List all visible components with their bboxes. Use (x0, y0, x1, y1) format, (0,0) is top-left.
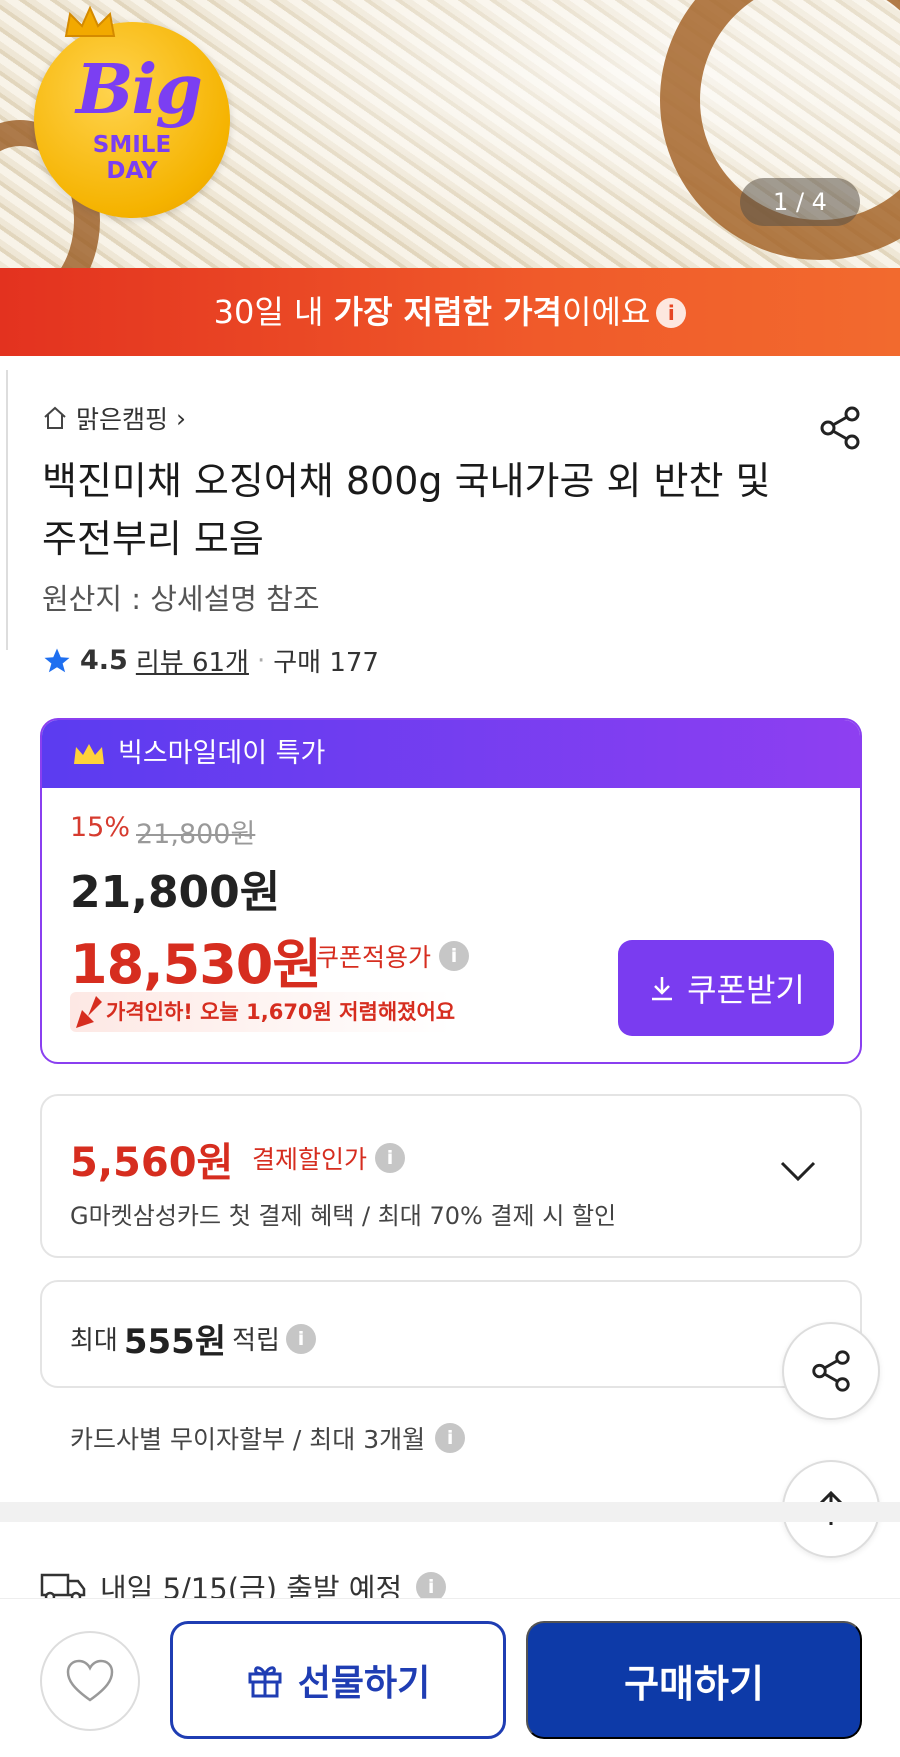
badge-big-text: Big (76, 50, 203, 130)
store-link[interactable]: 맑은캠핑 › (42, 400, 186, 436)
get-coupon-label: 쿠폰받기 (687, 972, 805, 1008)
discount-rate: 15% (70, 812, 131, 843)
product-page: Big SMILE DAY 1 / 4 30일 내 가장 저렴한 가격이에요 i … (0, 0, 900, 1757)
info-icon[interactable]: i (375, 1143, 406, 1173)
crown-icon (64, 6, 116, 37)
big-smile-deal-card: 빅스마일데이 특가 15% 21,800원 21,800원 18,530원 쿠폰… (40, 718, 862, 1064)
coupon-price-label: 쿠폰적용가 (316, 943, 432, 972)
chevron-right-icon: › (176, 403, 187, 433)
sale-price: 21,800원 (70, 867, 281, 918)
info-icon[interactable]: i (439, 941, 470, 971)
points-suffix: 적립 (232, 1326, 280, 1356)
banner-suffix: 이에요 (562, 293, 651, 331)
buy-button[interactable]: 구매하기 (526, 1621, 862, 1739)
image-pager: 1 / 4 (740, 178, 860, 226)
buy-label: 구매하기 (624, 1663, 764, 1706)
info-icon[interactable]: i (435, 1423, 466, 1453)
floating-share-button[interactable] (782, 1322, 880, 1420)
gift-button[interactable]: 선물하기 (170, 1621, 506, 1739)
banner-prefix: 30일 내 (213, 293, 334, 331)
share-icon[interactable] (816, 404, 864, 452)
gift-icon (248, 1666, 282, 1698)
review-link[interactable]: 리뷰 61개 (136, 642, 249, 679)
points-prefix: 최대 (70, 1326, 118, 1356)
price-drop-text: 가격인하! 오늘 1,670원 저렴해졌어요 (106, 1000, 456, 1024)
installment-text: 카드사별 무이자할부 / 최대 3개월 (70, 1425, 426, 1454)
crown-icon (74, 744, 104, 764)
down-arrow-icon (76, 996, 102, 1028)
download-icon (652, 977, 673, 1001)
installment-info: 카드사별 무이자할부 / 최대 3개월 i (70, 1420, 466, 1456)
product-origin: 원산지 : 상세설명 참조 (42, 582, 320, 616)
gift-label: 선물하기 (297, 1662, 431, 1703)
big-smile-day-logo: Big SMILE DAY (34, 6, 230, 218)
product-image[interactable]: Big SMILE DAY 1 / 4 (0, 0, 900, 268)
share-icon (812, 1350, 850, 1392)
payment-discount-label-row: 결제할인가 i (252, 1140, 406, 1176)
get-coupon-button[interactable]: 쿠폰받기 (618, 940, 834, 1036)
heart-icon (66, 1659, 114, 1702)
payment-discount-amount: 5,560원 (70, 1140, 234, 1186)
info-icon[interactable]: i (285, 1323, 316, 1354)
product-title: 백진미채 오징어채 800g 국내가공 외 반찬 및 주전부리 모음 (42, 459, 771, 561)
lowest-price-banner: 30일 내 가장 저렴한 가격이에요 i (0, 268, 900, 356)
badge-smile-text: SMILE (92, 132, 172, 158)
payment-discount-desc: G마켓삼성카드 첫 결제 혜택 / 최대 70% 결제 시 할인 (70, 1202, 617, 1230)
points-row: 최대 555원 적립 i (70, 1314, 316, 1363)
banner-highlight: 가장 저렴한 가격 (333, 293, 562, 331)
store-name: 맑은캠핑 (76, 405, 169, 434)
price-drop-notice: 가격인하! 오늘 1,670원 저렴해졌어요 (70, 992, 472, 1032)
badge-day-text: DAY (106, 158, 158, 184)
chevron-down-icon[interactable] (778, 1158, 818, 1184)
rating-score: 4.5 (80, 645, 128, 676)
star-icon (44, 648, 70, 672)
deal-title: 빅스마일데이 특가 (118, 738, 326, 769)
payment-discount-card[interactable]: 5,560원 결제할인가 i G마켓삼성카드 첫 결제 혜택 / 최대 70% … (40, 1094, 862, 1258)
purchase-count: 구매 177 (273, 648, 379, 678)
home-icon (44, 406, 66, 429)
coupon-price-label-row: 쿠폰적용가 i (316, 938, 470, 974)
coupon-price: 18,530원 (70, 933, 322, 996)
wishlist-button[interactable] (40, 1631, 140, 1731)
bottom-action-bar: 선물하기 구매하기 (0, 1598, 900, 1757)
payment-discount-label: 결제할인가 (252, 1145, 368, 1174)
points-amount: 555원 (123, 1322, 227, 1362)
rating-row: 4.5 리뷰 61개 · 구매 177 (42, 642, 379, 679)
original-price: 21,800원 (136, 819, 256, 850)
info-icon[interactable]: i (656, 298, 687, 328)
deal-header: 빅스마일데이 특가 (42, 720, 860, 788)
points-card[interactable]: 최대 555원 적립 i (40, 1280, 862, 1388)
